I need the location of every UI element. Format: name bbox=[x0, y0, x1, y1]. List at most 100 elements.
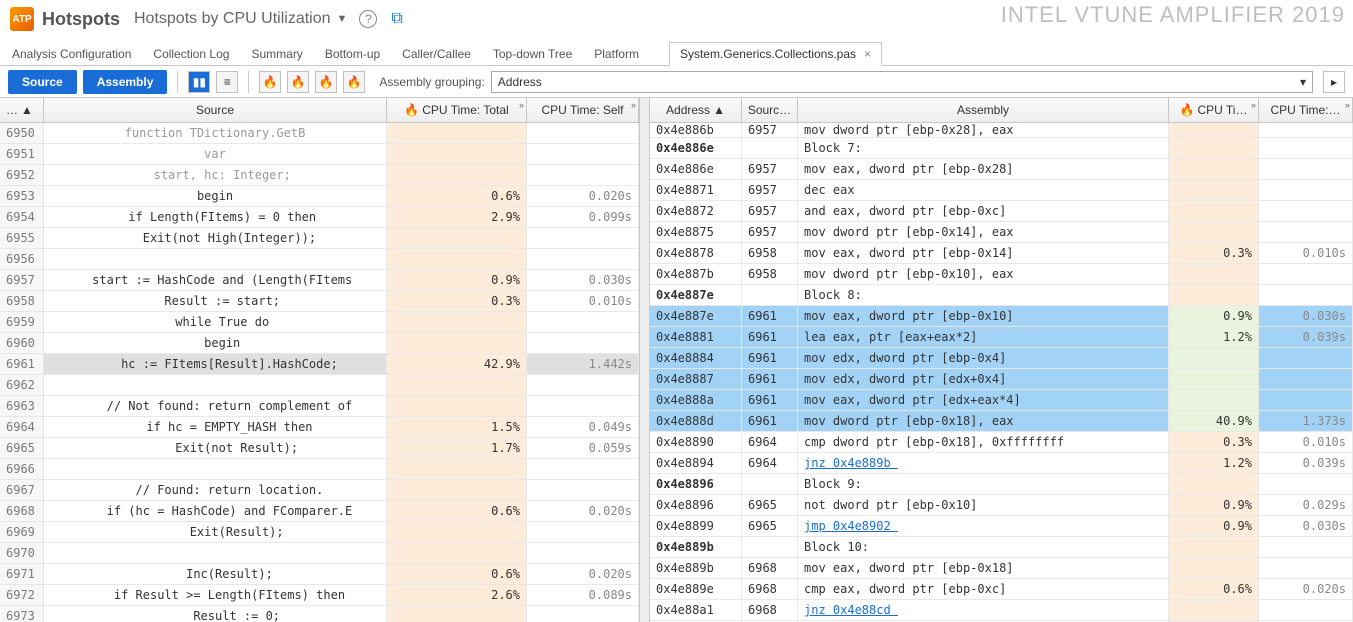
table-row[interactable]: 6963 // Not found: return complement of bbox=[0, 396, 639, 417]
flame-up-icon[interactable]: 🔥 bbox=[315, 71, 337, 93]
tab-collection-log[interactable]: Collection Log bbox=[151, 43, 231, 65]
expand-icon[interactable]: » bbox=[1251, 100, 1256, 110]
tab-bottom-up[interactable]: Bottom-up bbox=[323, 43, 382, 65]
col-assembly[interactable]: Assembly bbox=[798, 98, 1169, 122]
tab-top-down[interactable]: Top-down Tree bbox=[491, 43, 574, 65]
table-row[interactable]: 6971 Inc(Result);0.6%0.020s bbox=[0, 564, 639, 585]
table-row[interactable]: 6964 if hc = EMPTY_HASH then1.5%0.049s bbox=[0, 417, 639, 438]
table-row[interactable]: 0x4e889bBlock 10: bbox=[650, 537, 1353, 558]
copy-icon[interactable]: ⧉ bbox=[391, 10, 402, 28]
table-row[interactable]: 6955 Exit(not High(Integer)); bbox=[0, 228, 639, 249]
table-row[interactable]: 0x4e88816961lea eax, ptr [eax+eax*2]1.2%… bbox=[650, 327, 1353, 348]
tab-analysis-config[interactable]: Analysis Configuration bbox=[10, 43, 133, 65]
splitter[interactable] bbox=[640, 98, 650, 622]
jump-link[interactable]: jmp 0x4e8902 bbox=[804, 519, 898, 533]
table-row[interactable]: 6968 if (hc = HashCode) and FComparer.E0… bbox=[0, 501, 639, 522]
table-row[interactable]: 0x4e88946964jnz 0x4e889b 1.2%0.039s bbox=[650, 453, 1353, 474]
table-row[interactable]: 0x4e888d6961mov dword ptr [ebp-0x18], ea… bbox=[650, 411, 1353, 432]
expand-icon[interactable]: » bbox=[519, 100, 524, 110]
table-row[interactable]: 0x4e88716957dec eax bbox=[650, 180, 1353, 201]
table-row[interactable]: 6958 Result := start;0.3%0.010s bbox=[0, 291, 639, 312]
table-row[interactable]: 0x4e889b6968mov eax, dword ptr [ebp-0x18… bbox=[650, 558, 1353, 579]
table-row[interactable]: 6952 start, hc: Integer; bbox=[0, 165, 639, 186]
cpu-time-self: 0.049s bbox=[527, 417, 639, 437]
flame-down-icon[interactable]: 🔥 bbox=[343, 71, 365, 93]
table-row[interactable]: 0x4e88726957and eax, dword ptr [ebp-0xc] bbox=[650, 201, 1353, 222]
source-button[interactable]: Source bbox=[8, 70, 77, 94]
col-line-number[interactable]: …▲ bbox=[0, 98, 44, 122]
jump-link[interactable]: jnz 0x4e889b bbox=[804, 456, 898, 470]
help-icon[interactable]: ? bbox=[359, 10, 377, 28]
col-cpu-time-total[interactable]: 🔥CPU Ti…» bbox=[1169, 98, 1259, 122]
jump-link[interactable]: jnz 0x4e88cd bbox=[804, 603, 898, 617]
table-row[interactable]: 0x4e88996965jmp 0x4e8902 0.9%0.030s bbox=[650, 516, 1353, 537]
table-row[interactable]: 0x4e888a6961mov eax, dword ptr [edx+eax*… bbox=[650, 390, 1353, 411]
table-row[interactable]: 0x4e889e6968cmp eax, dword ptr [ebp-0xc]… bbox=[650, 579, 1353, 600]
expand-icon[interactable]: » bbox=[631, 100, 636, 110]
table-row[interactable]: 6960 begin bbox=[0, 333, 639, 354]
flame-next-icon[interactable]: 🔥 bbox=[287, 71, 309, 93]
expand-icon[interactable]: » bbox=[1345, 100, 1350, 110]
table-row[interactable]: 0x4e88966965not dword ptr [ebp-0x10]0.9%… bbox=[650, 495, 1353, 516]
analysis-subtitle[interactable]: Hotspots by CPU Utilization bbox=[134, 10, 331, 28]
line-number: 6968 bbox=[0, 501, 44, 521]
source-table-body[interactable]: 6950function TDictionary.GetB6951var6952… bbox=[0, 123, 639, 622]
col-cpu-time-self[interactable]: CPU Time: Self» bbox=[527, 98, 639, 122]
table-row[interactable]: 6966 bbox=[0, 459, 639, 480]
table-row[interactable]: 6961 hc := FItems[Result].HashCode;42.9%… bbox=[0, 354, 639, 375]
cpu-time-total: 0.6% bbox=[387, 564, 527, 584]
table-row[interactable]: 6970 bbox=[0, 543, 639, 564]
cpu-time-total bbox=[1169, 138, 1259, 158]
col-cpu-time-self[interactable]: CPU Time:…» bbox=[1259, 98, 1353, 122]
col-source[interactable]: Source bbox=[44, 98, 387, 122]
tab-caller-callee[interactable]: Caller/Callee bbox=[400, 43, 473, 65]
table-row[interactable]: 0x4e887eBlock 8: bbox=[650, 285, 1353, 306]
grouping-select[interactable]: Address ▾ bbox=[491, 71, 1313, 93]
table-row[interactable]: 0x4e88876961mov edx, dword ptr [edx+0x4] bbox=[650, 369, 1353, 390]
settings-icon[interactable]: ▸ bbox=[1323, 71, 1345, 93]
table-row[interactable]: 0x4e887e6961mov eax, dword ptr [ebp-0x10… bbox=[650, 306, 1353, 327]
table-row[interactable]: 0x4e887b6958mov dword ptr [ebp-0x10], ea… bbox=[650, 264, 1353, 285]
cpu-time-total bbox=[387, 375, 527, 395]
table-row[interactable]: 0x4e886e6957mov eax, dword ptr [ebp-0x28… bbox=[650, 159, 1353, 180]
table-row[interactable]: 0x4e88756957mov dword ptr [ebp-0x14], ea… bbox=[650, 222, 1353, 243]
asm-text: mov dword ptr [ebp-0x10], eax bbox=[798, 264, 1169, 284]
tab-summary[interactable]: Summary bbox=[249, 43, 304, 65]
col-cpu-time-total[interactable]: 🔥CPU Time: Total» bbox=[387, 98, 527, 122]
tab-platform[interactable]: Platform bbox=[592, 43, 641, 65]
table-row[interactable]: 0x4e88846961mov edx, dword ptr [ebp-0x4] bbox=[650, 348, 1353, 369]
chevron-down-icon[interactable]: ▼ bbox=[337, 13, 348, 25]
layout-stack-button[interactable]: ≡ bbox=[216, 71, 238, 93]
table-row[interactable]: 6953begin0.6%0.020s bbox=[0, 186, 639, 207]
assembly-button[interactable]: Assembly bbox=[83, 70, 168, 94]
table-row[interactable]: 6973 Result := 0; bbox=[0, 606, 639, 622]
table-row[interactable]: 6962 bbox=[0, 375, 639, 396]
table-row[interactable]: 6972 if Result >= Length(FItems) then2.6… bbox=[0, 585, 639, 606]
table-row[interactable]: 0x4e88a16968jnz 0x4e88cd bbox=[650, 600, 1353, 621]
line-number: 6958 bbox=[0, 291, 44, 311]
table-row[interactable]: 6956 bbox=[0, 249, 639, 270]
table-row[interactable]: 6959 while True do bbox=[0, 312, 639, 333]
asm-text: mov edx, dword ptr [edx+0x4] bbox=[798, 369, 1169, 389]
cpu-time-total: 0.6% bbox=[387, 501, 527, 521]
flame-prev-icon[interactable]: 🔥 bbox=[259, 71, 281, 93]
col-address[interactable]: Address▲ bbox=[650, 98, 742, 122]
table-row[interactable]: 0x4e886b6957mov dword ptr [ebp-0x28], ea… bbox=[650, 123, 1353, 138]
asm-address: 0x4e8899 bbox=[650, 516, 742, 536]
table-row[interactable]: 0x4e88906964cmp dword ptr [ebp-0x18], 0x… bbox=[650, 432, 1353, 453]
close-icon[interactable]: × bbox=[864, 47, 871, 61]
table-row[interactable]: 6951var bbox=[0, 144, 639, 165]
table-row[interactable]: 6957 start := HashCode and (Length(FItem… bbox=[0, 270, 639, 291]
table-row[interactable]: 6969 Exit(Result); bbox=[0, 522, 639, 543]
file-tab[interactable]: System.Generics.Collections.pas × bbox=[669, 42, 882, 66]
layout-split-button[interactable]: ▮▮ bbox=[188, 71, 210, 93]
table-row[interactable]: 0x4e88786958mov eax, dword ptr [ebp-0x14… bbox=[650, 243, 1353, 264]
asm-table-body[interactable]: 0x4e886b6957mov dword ptr [ebp-0x28], ea… bbox=[650, 123, 1353, 622]
table-row[interactable]: 0x4e8896Block 9: bbox=[650, 474, 1353, 495]
table-row[interactable]: 0x4e886eBlock 7: bbox=[650, 138, 1353, 159]
table-row[interactable]: 6965 Exit(not Result);1.7%0.059s bbox=[0, 438, 639, 459]
col-source-line[interactable]: Sourc… bbox=[742, 98, 798, 122]
table-row[interactable]: 6954 if Length(FItems) = 0 then2.9%0.099… bbox=[0, 207, 639, 228]
table-row[interactable]: 6950function TDictionary.GetB bbox=[0, 123, 639, 144]
table-row[interactable]: 6967 // Found: return location. bbox=[0, 480, 639, 501]
